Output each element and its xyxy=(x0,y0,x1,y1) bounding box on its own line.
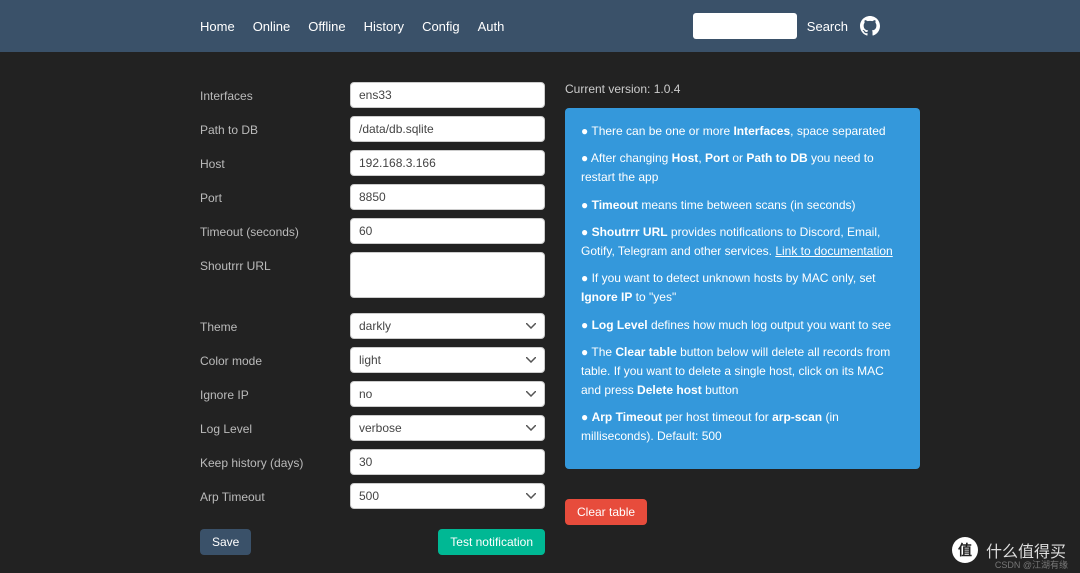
nav-config[interactable]: Config xyxy=(422,19,460,34)
github-icon[interactable] xyxy=(860,16,880,36)
port-input[interactable] xyxy=(350,184,545,210)
info-column: Current version: 1.0.4 There can be one … xyxy=(565,82,920,555)
ignore-ip-select[interactable]: no xyxy=(350,381,545,407)
label-interfaces: Interfaces xyxy=(200,82,350,103)
save-button[interactable]: Save xyxy=(200,529,251,555)
navbar: Home Online Offline History Config Auth … xyxy=(0,0,1080,52)
info-item: After changing Host, Port or Path to DB … xyxy=(581,149,904,187)
watermark-icon: 值 xyxy=(952,537,978,563)
shoutrrr-input[interactable] xyxy=(350,252,545,298)
label-port: Port xyxy=(200,184,350,205)
arp-timeout-select[interactable]: 500 xyxy=(350,483,545,509)
label-host: Host xyxy=(200,150,350,171)
log-level-select[interactable]: verbose xyxy=(350,415,545,441)
clear-table-button[interactable]: Clear table xyxy=(565,499,647,525)
main-container: Interfaces Path to DB Host Port Timeout … xyxy=(0,52,1080,565)
interfaces-input[interactable] xyxy=(350,82,545,108)
label-log-level: Log Level xyxy=(200,415,350,436)
theme-select[interactable]: darkly xyxy=(350,313,545,339)
version-text: Current version: 1.0.4 xyxy=(565,82,920,96)
path-to-db-input[interactable] xyxy=(350,116,545,142)
info-item: Timeout means time between scans (in sec… xyxy=(581,196,904,215)
search-label: Search xyxy=(807,19,848,34)
label-shoutrrr: Shoutrrr URL xyxy=(200,252,350,273)
label-path-to-db: Path to DB xyxy=(200,116,350,137)
keep-history-input[interactable] xyxy=(350,449,545,475)
info-item: If you want to detect unknown hosts by M… xyxy=(581,269,904,307)
config-form: Interfaces Path to DB Host Port Timeout … xyxy=(200,82,545,555)
info-item: Shoutrrr URL provides notifications to D… xyxy=(581,223,904,261)
color-mode-select[interactable]: light xyxy=(350,347,545,373)
nav-links: Home Online Offline History Config Auth xyxy=(200,19,504,34)
nav-history[interactable]: History xyxy=(364,19,404,34)
host-input[interactable] xyxy=(350,150,545,176)
label-arp-timeout: Arp Timeout xyxy=(200,483,350,504)
info-item: There can be one or more Interfaces, spa… xyxy=(581,122,904,141)
info-item: Log Level defines how much log output yo… xyxy=(581,316,904,335)
info-list: There can be one or more Interfaces, spa… xyxy=(581,122,904,447)
nav-online[interactable]: Online xyxy=(253,19,291,34)
nav-home[interactable]: Home xyxy=(200,19,235,34)
nav-right: Search xyxy=(693,13,880,39)
search-box: Search xyxy=(693,13,848,39)
info-item: The Clear table button below will delete… xyxy=(581,343,904,401)
label-keep-history: Keep history (days) xyxy=(200,449,350,470)
label-color-mode: Color mode xyxy=(200,347,350,368)
csdn-watermark: CSDN @江湖有缘 xyxy=(995,558,1068,571)
info-item: Arp Timeout per host timeout for arp-sca… xyxy=(581,408,904,446)
search-input[interactable] xyxy=(693,13,797,39)
button-row: Save Test notification xyxy=(200,529,545,555)
timeout-input[interactable] xyxy=(350,218,545,244)
nav-auth[interactable]: Auth xyxy=(478,19,505,34)
info-box: There can be one or more Interfaces, spa… xyxy=(565,108,920,469)
label-ignore-ip: Ignore IP xyxy=(200,381,350,402)
label-theme: Theme xyxy=(200,313,350,334)
nav-offline[interactable]: Offline xyxy=(308,19,345,34)
test-notification-button[interactable]: Test notification xyxy=(438,529,545,555)
label-timeout: Timeout (seconds) xyxy=(200,218,350,239)
